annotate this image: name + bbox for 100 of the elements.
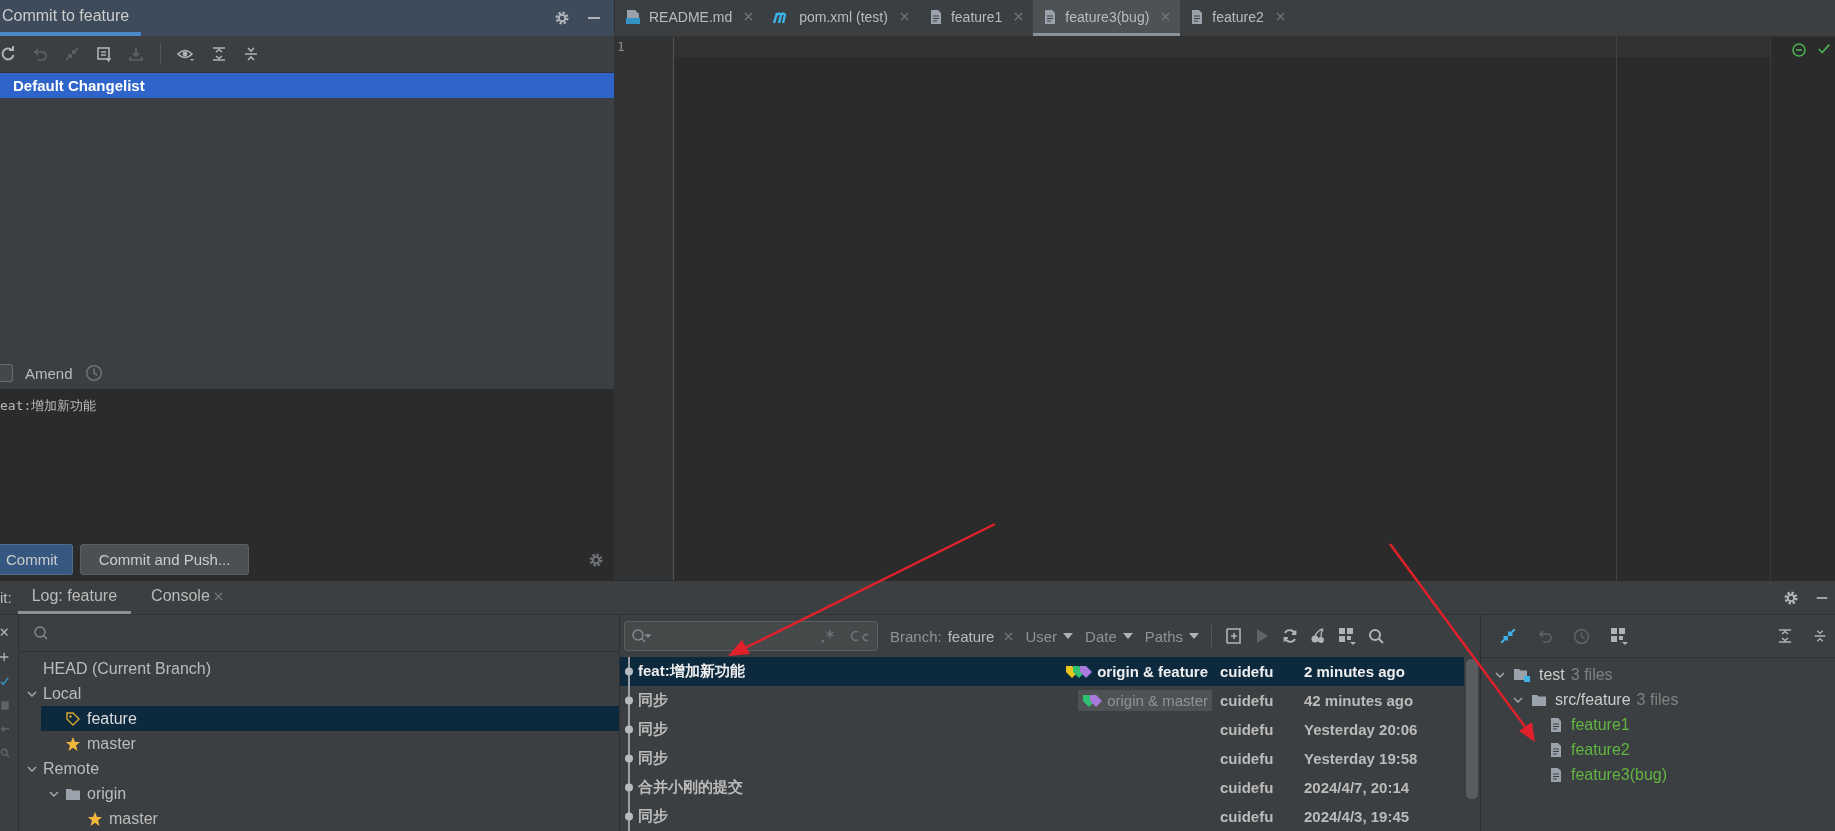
graph-node-icon (624, 773, 634, 802)
changes-row[interactable]: feature2 (1523, 737, 1835, 762)
tab-label: pom.xml (test) (799, 8, 888, 25)
grid-icon[interactable] (1338, 627, 1357, 645)
changes-row[interactable]: test 3 files (1487, 662, 1835, 687)
branch-row[interactable]: Local (19, 681, 619, 706)
commit-message-field[interactable]: eat:增加新功能 (0, 389, 614, 539)
cherry-icon[interactable] (1310, 628, 1327, 644)
close-icon[interactable] (1275, 12, 1285, 21)
commit-row[interactable]: 同步 origin & master cuidefu 42 minutes ago (620, 686, 1464, 715)
commit-message: feat:增加新功能 (638, 662, 746, 681)
close-icon[interactable] (1004, 631, 1014, 641)
filter-dropdown[interactable]: Paths (1144, 627, 1200, 645)
search-icon[interactable] (1368, 628, 1385, 644)
expand-all-icon[interactable] (1777, 628, 1793, 644)
close-icon[interactable] (744, 12, 754, 21)
graph-node-icon (624, 686, 634, 715)
commit-author: cuidefu (1219, 779, 1275, 796)
commit-message: 合并小刚的提交 (638, 778, 744, 797)
expand-all-icon[interactable] (211, 46, 227, 62)
branch-row[interactable]: master (41, 731, 619, 756)
editor-tab[interactable]: README.md (615, 0, 764, 36)
amend-checkbox[interactable] (0, 364, 13, 382)
commit-message: 同步 (638, 720, 669, 739)
folder-name: test (1539, 665, 1565, 684)
branch-row[interactable]: Remote (19, 756, 619, 781)
settings-icon[interactable] (588, 551, 604, 568)
branch-row[interactable]: master (63, 806, 619, 831)
inspection-icon[interactable] (1791, 42, 1807, 58)
commit-message: 同步 (638, 749, 669, 768)
commit-row[interactable]: 同步 cuidefu Yesterday 19:58 (620, 744, 1464, 773)
branch-name: master (87, 734, 136, 753)
refresh-icon[interactable] (1282, 628, 1299, 644)
grid-icon[interactable] (1610, 627, 1628, 645)
file-icon (928, 8, 943, 25)
commit-row[interactable]: feat:增加新功能 origin & feature cuidefu 2 minutes ago (620, 657, 1464, 686)
changes-row[interactable]: src/feature 3 files (1505, 687, 1835, 712)
editor-tab[interactable]: feature2 (1180, 0, 1295, 36)
new-tab-icon[interactable] (1224, 627, 1243, 645)
star-icon (65, 735, 81, 752)
plus-icon[interactable] (0, 651, 10, 663)
editor-tab[interactable]: pom.xml (test) (763, 0, 919, 36)
close-icon[interactable] (899, 12, 909, 21)
file-name: feature1 (1571, 715, 1630, 734)
collapse-all-icon[interactable] (1813, 628, 1827, 644)
star-icon (87, 810, 103, 827)
tab-label: feature2 (1212, 8, 1264, 25)
changes-row[interactable]: feature3(bug) (1523, 762, 1835, 787)
commit-date: Yesterday 19:58 (1304, 750, 1419, 767)
editor-tab[interactable]: feature3(bug) (1033, 0, 1181, 36)
close-icon[interactable] (213, 591, 223, 601)
commit-date: Yesterday 20:06 (1304, 721, 1419, 738)
branch-row[interactable]: origin (41, 781, 619, 806)
filter-dropdown[interactable]: User (1025, 627, 1074, 645)
branch-name: Local (43, 684, 82, 703)
check-icon[interactable] (1817, 42, 1831, 56)
ref-label: origin & master (1107, 692, 1208, 709)
branch-name: HEAD (Current Branch) (43, 659, 212, 678)
commit-button[interactable]: Commit (0, 544, 73, 575)
branch-filter-value: feature (947, 627, 995, 645)
commit-row[interactable]: 合并小刚的提交 cuidefu 2024/4/7, 20:14 (620, 773, 1464, 802)
branch-name: Remote (43, 759, 100, 778)
commit-row[interactable]: 同步 cuidefu Yesterday 20:06 (620, 715, 1464, 744)
branch-row[interactable]: HEAD (Current Branch) (19, 656, 619, 681)
history-icon[interactable] (84, 364, 103, 382)
branch-row[interactable]: feature (41, 706, 619, 731)
graph-node-icon (624, 657, 634, 686)
caret-icon (1122, 633, 1133, 639)
settings-icon[interactable] (554, 10, 570, 26)
tag-icon (65, 710, 81, 727)
ref-label: origin & feature (1097, 663, 1208, 680)
check-icon[interactable] (0, 675, 10, 687)
changes-row[interactable]: feature1 (1523, 712, 1835, 737)
filter-dropdown[interactable]: Date (1085, 627, 1133, 645)
tool-tab[interactable]: Console (137, 581, 237, 614)
commit-and-push-button[interactable]: Commit and Push... (79, 544, 250, 575)
list-icon[interactable] (96, 46, 112, 62)
file-icon (1190, 8, 1205, 25)
settings-icon[interactable] (1783, 589, 1799, 606)
tab-label: README.md (649, 8, 733, 25)
commit-author: cuidefu (1219, 808, 1275, 825)
branch-filter[interactable]: Branch: feature (890, 627, 1014, 645)
commit-row[interactable]: 同步 cuidefu 2024/4/3, 19:45 (620, 802, 1464, 831)
branch-name: master (109, 809, 158, 828)
file-name: feature3(bug) (1571, 765, 1668, 784)
branch-filter-label: Branch: (890, 627, 942, 645)
editor-tab[interactable]: feature1 (918, 0, 1034, 36)
folder-name: src/feature (1555, 690, 1631, 709)
close-icon[interactable] (1014, 12, 1024, 21)
tool-tab[interactable]: Log: feature (17, 581, 132, 614)
file-count: 3 files (1636, 690, 1679, 709)
changelist-row[interactable]: Default Changelist (0, 73, 614, 98)
file-icon (1549, 766, 1563, 783)
collapse-all-icon[interactable] (243, 46, 259, 62)
close-icon[interactable] (0, 627, 10, 639)
commit-message: 同步 (638, 691, 669, 710)
refresh-icon[interactable] (0, 46, 16, 62)
commit-author: cuidefu (1219, 750, 1275, 767)
scrollbar-thumb[interactable] (1466, 659, 1478, 799)
compare-arrows-icon[interactable] (1499, 627, 1517, 645)
